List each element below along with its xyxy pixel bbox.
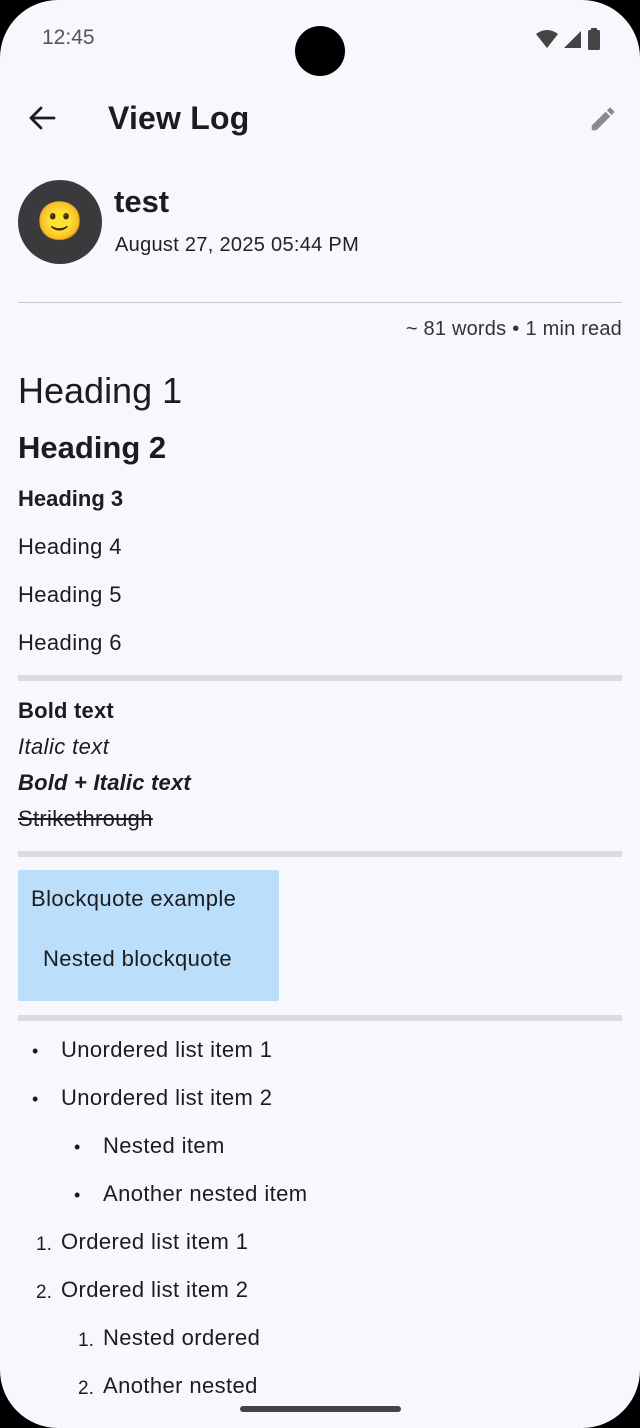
list-number: 1. xyxy=(78,1330,94,1351)
camera-cutout xyxy=(295,26,345,76)
word-count: ~ 81 words xyxy=(405,318,507,340)
blockquote: Blockquote example Nested blockquote xyxy=(18,870,279,1001)
signal-icon xyxy=(564,31,581,48)
battery-icon xyxy=(588,28,600,50)
strikethrough-text: Strikethrough xyxy=(18,806,153,831)
heading-2: Heading 2 xyxy=(18,430,167,465)
status-icons xyxy=(536,28,600,50)
list-number: 2. xyxy=(36,1282,52,1303)
list-item: Unordered list item 2 xyxy=(61,1085,273,1110)
horizontal-rule xyxy=(18,1015,622,1021)
list-bullet: • xyxy=(74,1137,81,1157)
list-bullet: • xyxy=(32,1089,39,1109)
edit-button[interactable] xyxy=(584,100,622,138)
log-date: August 27, 2025 05:44 PM xyxy=(115,234,360,256)
heading-3: Heading 3 xyxy=(18,486,124,511)
list-number: 2. xyxy=(78,1378,94,1399)
italic-text: Italic text xyxy=(18,734,110,759)
list-number: 1. xyxy=(36,1234,52,1255)
bold-text: Bold text xyxy=(18,698,114,723)
nested-list-item: Another nested item xyxy=(103,1181,308,1206)
edit-pencil-icon xyxy=(591,107,615,131)
read-time: 1 min read xyxy=(525,318,622,340)
meta-separator: • xyxy=(512,318,520,340)
page-title: View Log xyxy=(108,100,250,136)
header-divider xyxy=(18,302,622,303)
heading-4: Heading 4 xyxy=(18,534,122,559)
log-title: test xyxy=(114,184,170,219)
back-button[interactable] xyxy=(24,100,60,136)
wifi-icon xyxy=(536,30,558,48)
nested-ordered-list-item: Another nested xyxy=(103,1373,258,1398)
list-bullet: • xyxy=(32,1041,39,1061)
nested-ordered-list-item: Nested ordered xyxy=(103,1325,261,1350)
nested-list-item: Nested item xyxy=(103,1133,225,1158)
avatar: 🙂 xyxy=(18,180,102,264)
reading-meta: ~ 81 words • 1 min read xyxy=(406,318,622,341)
list-bullet: • xyxy=(74,1185,81,1205)
blockquote-text: Blockquote example xyxy=(31,886,237,911)
ordered-list-item: Ordered list item 1 xyxy=(61,1229,249,1254)
bold-italic-text: Bold + Italic text xyxy=(18,770,191,795)
list-item: Unordered list item 1 xyxy=(61,1037,273,1062)
screen: 12:45 View Log 🙂 test August 27, 2025 05… xyxy=(0,0,640,1428)
heading-1: Heading 1 xyxy=(18,370,183,411)
home-indicator[interactable] xyxy=(240,1406,401,1412)
nested-blockquote-text: Nested blockquote xyxy=(43,946,233,971)
status-time: 12:45 xyxy=(42,26,95,49)
horizontal-rule xyxy=(18,675,622,681)
arrow-back-icon xyxy=(29,106,56,130)
heading-6: Heading 6 xyxy=(18,630,122,655)
heading-5: Heading 5 xyxy=(18,582,122,607)
ordered-list-item: Ordered list item 2 xyxy=(61,1277,249,1302)
horizontal-rule xyxy=(18,851,622,857)
